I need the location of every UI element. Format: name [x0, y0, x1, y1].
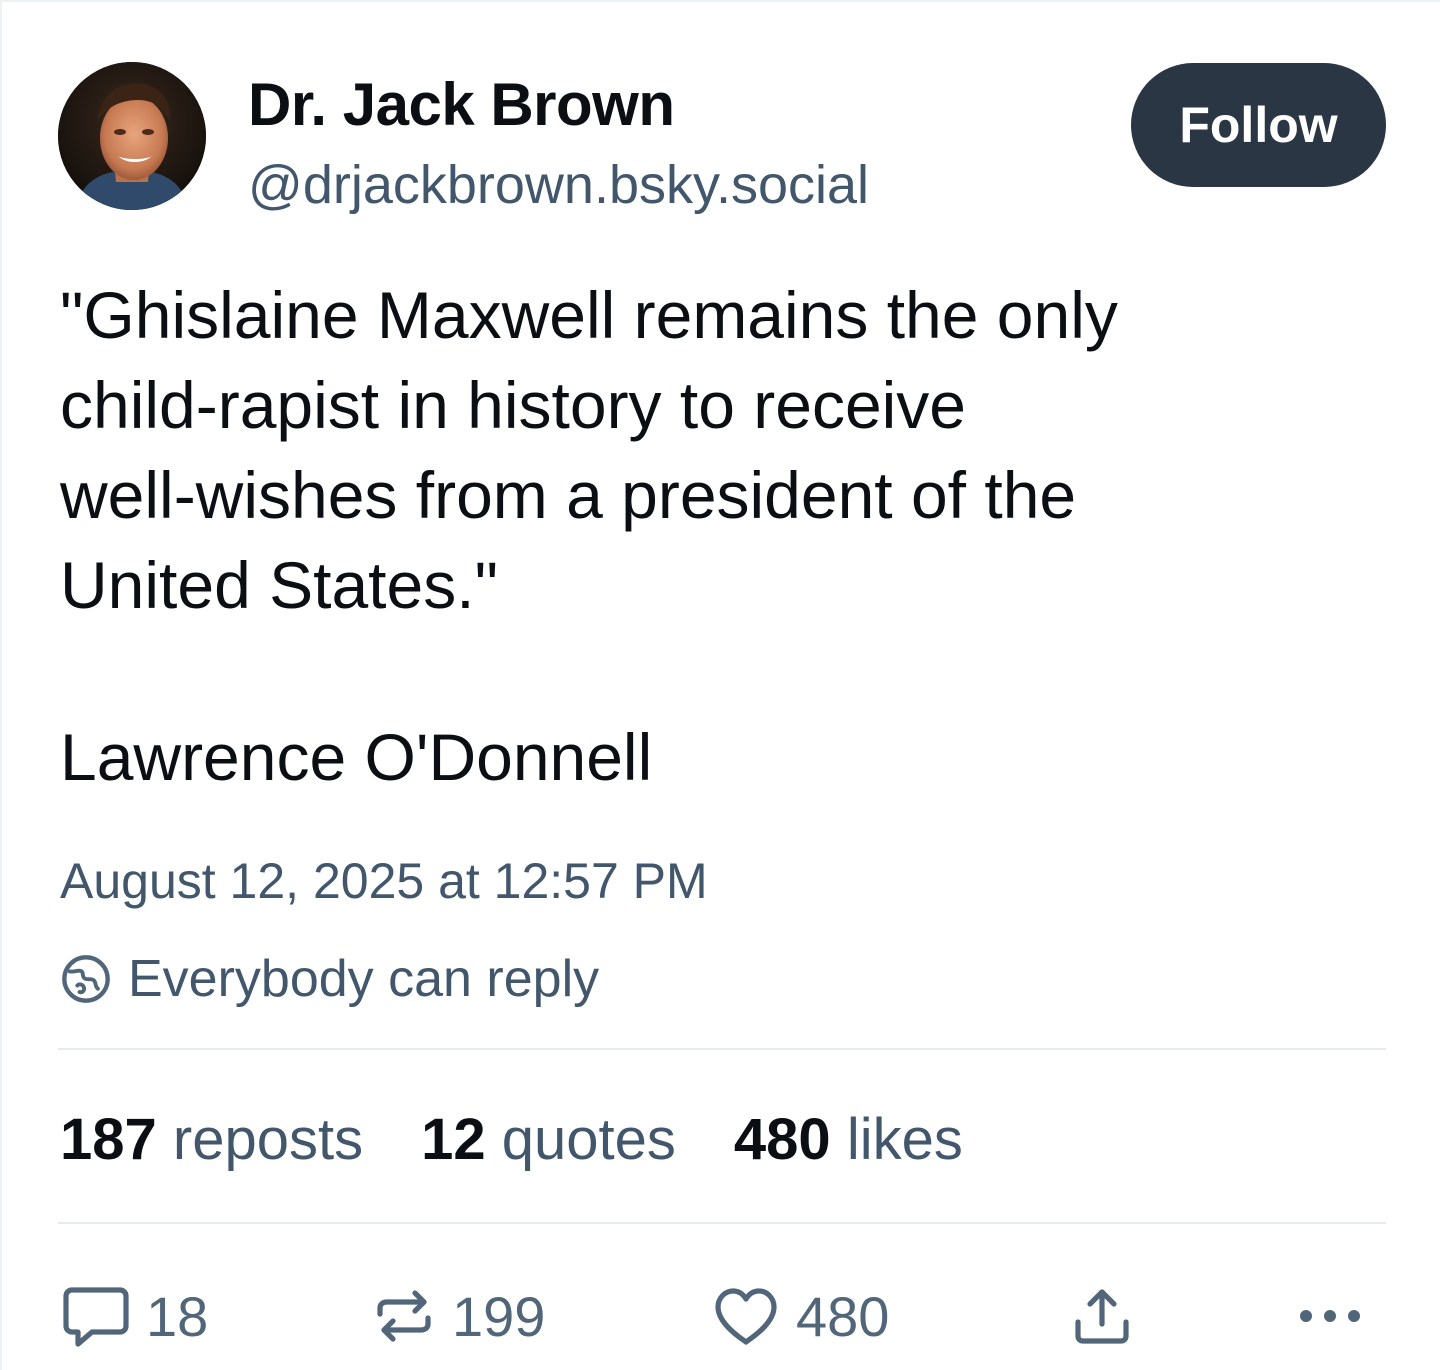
globe-icon — [62, 955, 110, 1003]
stat-count: 12 — [421, 1107, 486, 1172]
avatar-photo — [58, 62, 206, 210]
divider — [58, 1048, 1386, 1050]
repost-count: 199 — [452, 1284, 546, 1348]
reply-setting[interactable]: Everybody can reply — [60, 946, 599, 1012]
divider — [58, 1222, 1386, 1224]
engagement-stats: 187 reposts 12 quotes 480 likes — [60, 1106, 963, 1173]
stat-label: reposts — [172, 1107, 364, 1172]
stat-count: 480 — [733, 1107, 831, 1172]
heart-icon — [715, 1288, 777, 1345]
repost-button[interactable]: 199 — [372, 1280, 545, 1352]
share-button[interactable] — [1070, 1280, 1134, 1352]
more-options-button[interactable] — [1296, 1280, 1364, 1352]
follow-button[interactable]: Follow — [1131, 63, 1386, 187]
author-name[interactable]: Dr. Jack Brown — [248, 70, 675, 139]
repost-arrows-icon — [377, 1290, 431, 1342]
like-count: 480 — [796, 1284, 890, 1348]
post-attribution: Lawrence O'Donnell — [60, 720, 653, 794]
author-handle[interactable]: @drjackbrown.bsky.social — [248, 154, 869, 216]
post-container: Dr. Jack Brown @drjackbrown.bsky.social … — [0, 0, 1440, 1370]
stat-likes[interactable]: 480 likes — [734, 1106, 963, 1173]
more-dots-icon — [1300, 1310, 1360, 1322]
stat-reposts[interactable]: 187 reposts — [60, 1106, 363, 1173]
stat-quotes[interactable]: 12 quotes — [421, 1106, 676, 1173]
post-text: "Ghislaine Maxwell remains the only chil… — [60, 278, 1118, 622]
author-avatar[interactable] — [58, 62, 206, 210]
post-timestamp: August 12, 2025 at 12:57 PM — [60, 853, 708, 909]
comment-bubble-icon — [63, 1287, 129, 1347]
stat-label: quotes — [501, 1107, 676, 1172]
share-upload-icon — [1075, 1289, 1129, 1344]
stat-label: likes — [846, 1107, 963, 1172]
like-button[interactable]: 480 — [712, 1280, 889, 1352]
reply-setting-label: Everybody can reply — [128, 950, 600, 1008]
reply-count: 18 — [146, 1284, 209, 1348]
reply-button[interactable]: 18 — [62, 1280, 208, 1352]
stat-count: 187 — [60, 1107, 157, 1172]
